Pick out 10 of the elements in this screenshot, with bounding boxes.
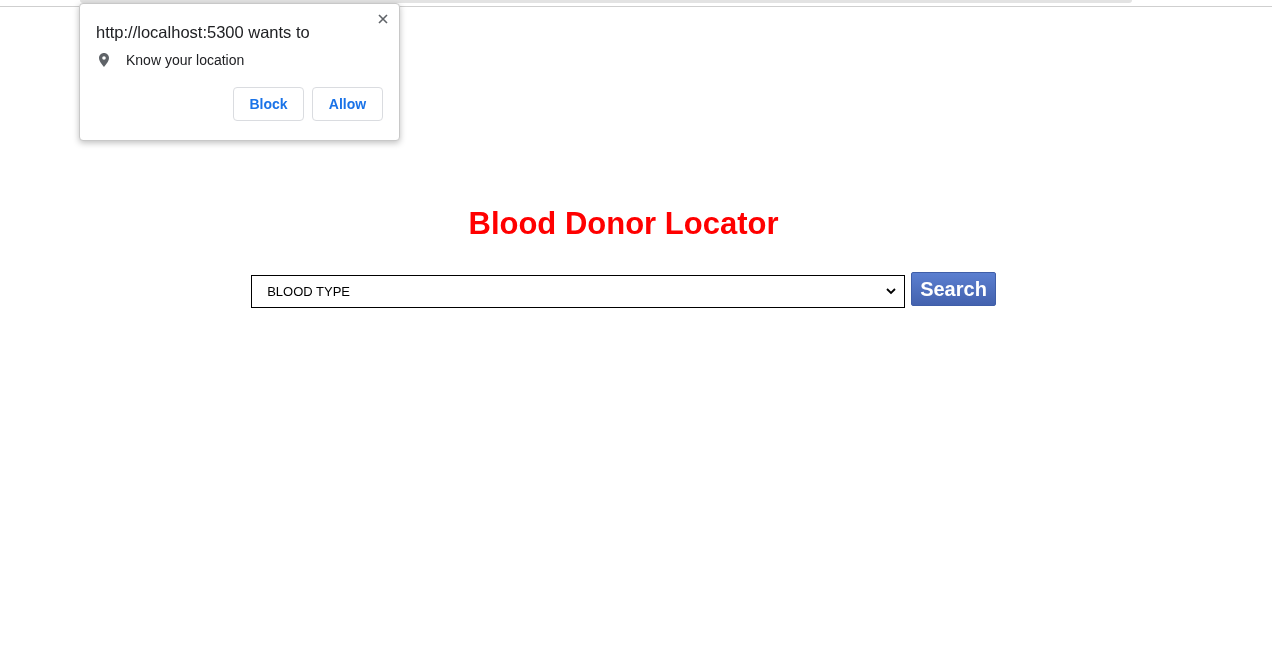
location-pin-icon <box>99 53 109 67</box>
dialog-button[interactable]: Block <box>233 87 304 121</box>
dialog-button[interactable]: Allow <box>312 87 383 121</box>
permission-text: Know your location <box>126 51 245 69</box>
dialog-title: http://localhost:5300 wants to <box>96 22 310 43</box>
blood-type-select[interactable]: BLOOD TYPE <box>251 275 906 308</box>
chevron-down-icon <box>886 288 897 295</box>
search-button[interactable]: Search <box>911 272 996 306</box>
close-icon[interactable] <box>378 14 388 24</box>
page-title: Blood Donor Locator <box>468 205 779 243</box>
